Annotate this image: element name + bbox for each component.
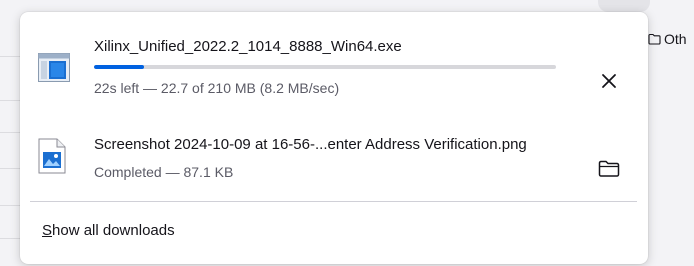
download-status: Completed — 87.1 KB	[94, 164, 234, 180]
cancel-download-button[interactable]	[593, 67, 625, 99]
bookmark-folder-icon	[648, 33, 661, 45]
downloads-panel: Xilinx_Unified_2022.2_1014_8888_Win64.ex…	[20, 12, 648, 264]
download-progress-fill	[94, 65, 144, 69]
download-progress-bar	[94, 65, 556, 69]
background-tab-hint	[598, 0, 650, 12]
download-status: 22s left — 22.7 of 210 MB (8.2 MB/sec)	[94, 80, 340, 96]
show-in-folder-button[interactable]	[593, 155, 625, 187]
bookmark-other[interactable]: Oth	[648, 31, 687, 47]
png-image-file-icon	[38, 138, 66, 179]
download-item-xilinx[interactable]: Xilinx_Unified_2022.2_1014_8888_Win64.ex…	[20, 28, 648, 108]
cancel-icon	[601, 73, 617, 94]
folder-icon	[598, 160, 620, 183]
show-all-mnemonic: S	[42, 222, 53, 239]
exe-window-icon	[38, 52, 70, 89]
download-filename: Xilinx_Unified_2022.2_1014_8888_Win64.ex…	[94, 38, 402, 55]
bookmark-label: Oth	[664, 31, 687, 47]
show-all-downloads-button[interactable]: Show all downloads	[42, 222, 175, 239]
download-filename: Screenshot 2024-10-09 at 16-56-...enter …	[94, 136, 527, 153]
download-item-screenshot[interactable]: Screenshot 2024-10-09 at 16-56-...enter …	[20, 126, 648, 206]
show-all-label: how all downloads	[52, 222, 175, 239]
panel-divider	[30, 201, 637, 202]
